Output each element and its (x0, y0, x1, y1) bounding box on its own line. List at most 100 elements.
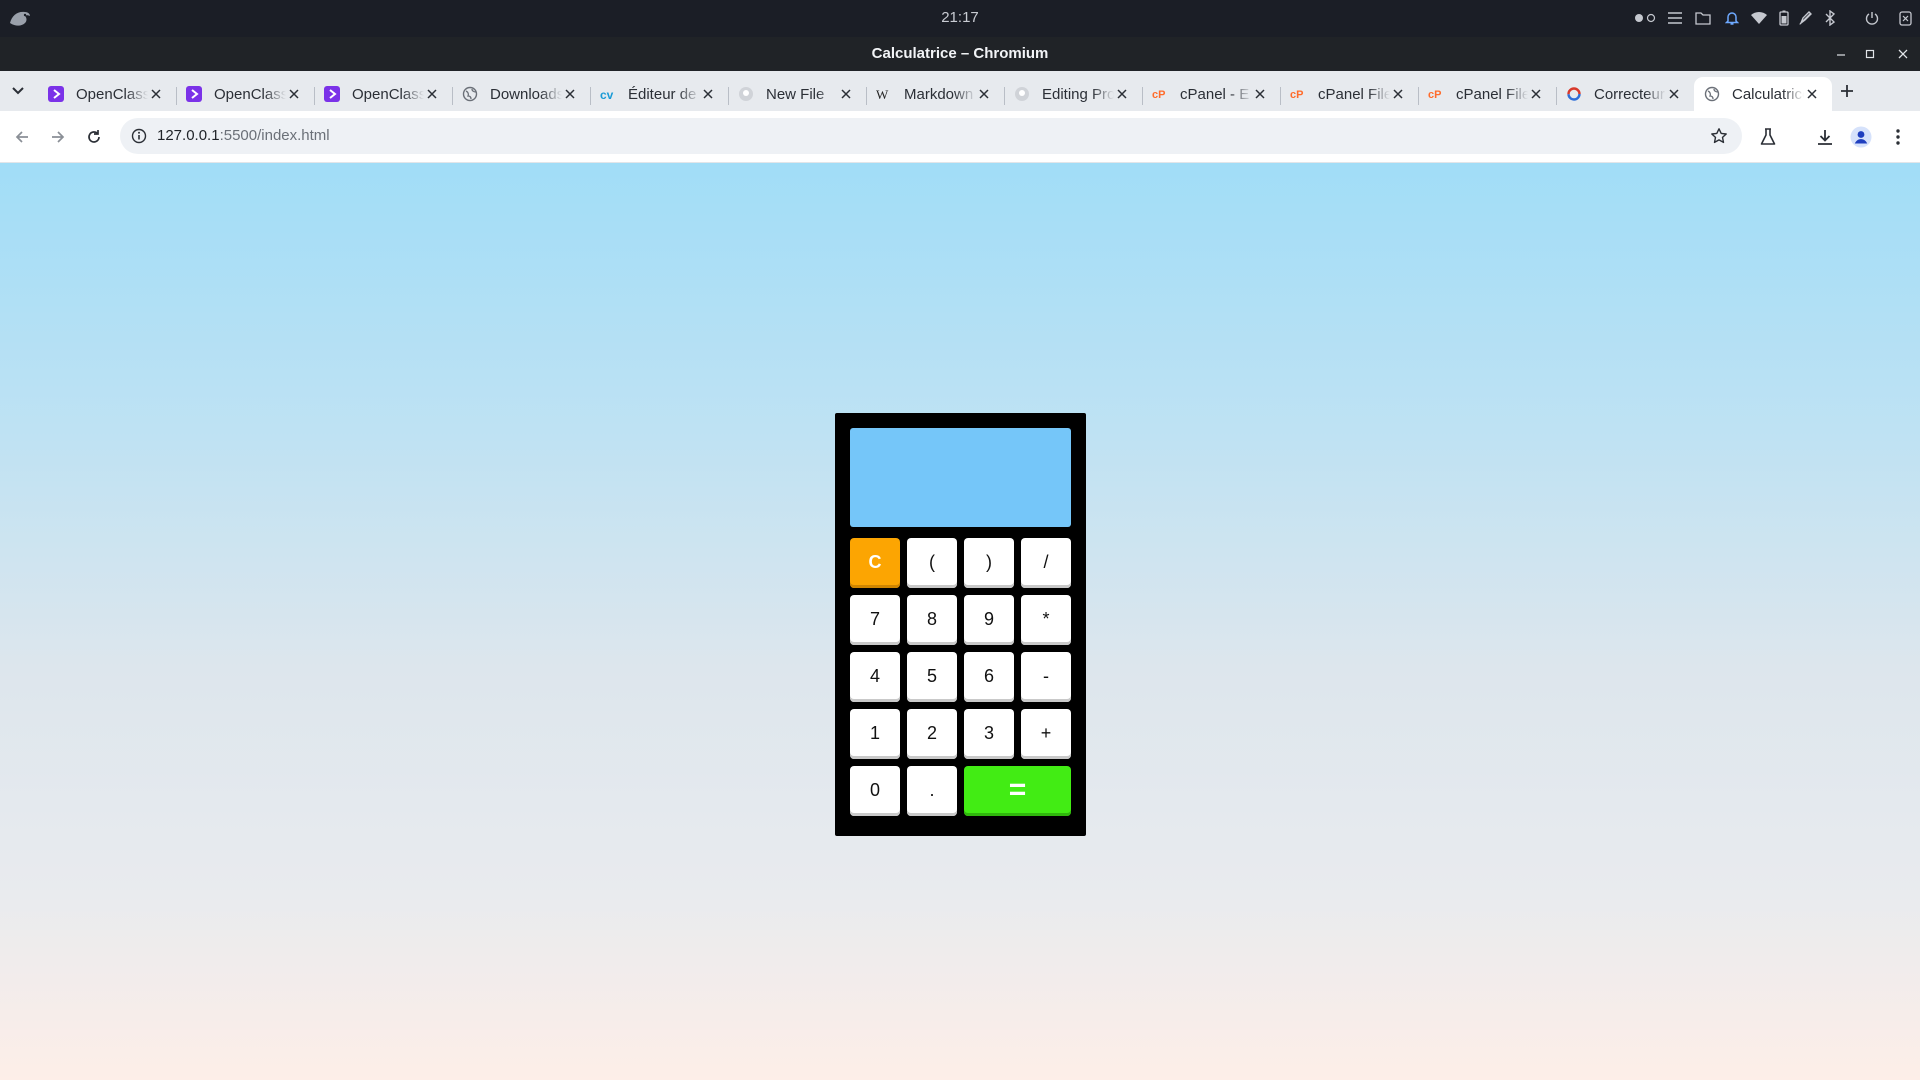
window-close-icon[interactable] (1893, 44, 1913, 64)
tab-strip: OpenClassrooms OpenClassrooms OpenClassr… (0, 71, 1920, 111)
tab-close-icon[interactable] (1390, 86, 1406, 102)
url-host: 127.0.0.1 (157, 127, 220, 144)
digit-1-button[interactable]: 1 (850, 709, 900, 759)
menu-lines-icon[interactable] (1664, 8, 1686, 28)
minimize-icon[interactable] (1831, 44, 1851, 64)
digit-7-button[interactable]: 7 (850, 595, 900, 645)
os-top-bar: 21:17 (0, 0, 1920, 37)
cv-icon: cv (600, 86, 616, 102)
address-bar[interactable]: 127.0.0.1:5500/index.html (120, 118, 1742, 154)
tab-cpanel-3[interactable]: cP cPanel File (1418, 77, 1556, 111)
tab-label: Correcteur (1594, 85, 1665, 103)
power-icon[interactable] (1862, 8, 1882, 28)
browser-title-bar: Calculatrice – Chromium (0, 37, 1920, 71)
decimal-point-button[interactable]: . (907, 766, 957, 816)
tab-markdown[interactable]: W Markdown (866, 77, 1004, 111)
tab-close-icon[interactable] (1528, 86, 1544, 102)
tab-close-icon[interactable] (1804, 86, 1820, 102)
tab-close-icon[interactable] (976, 86, 992, 102)
digit-0-button[interactable]: 0 (850, 766, 900, 816)
digit-9-button[interactable]: 9 (964, 595, 1014, 645)
workspace-dots-icon[interactable] (1634, 8, 1658, 28)
digit-6-button[interactable]: 6 (964, 652, 1014, 702)
openclassrooms-icon (324, 86, 340, 102)
tab-openclassrooms-1[interactable]: OpenClassrooms (38, 77, 176, 111)
kebab-menu-icon[interactable] (1886, 125, 1910, 149)
divide-button[interactable]: / (1021, 538, 1071, 588)
calculator: C ( ) / 7 8 9 * 4 5 6 - 1 2 3 + 0 . = (835, 413, 1086, 836)
page-viewport: C ( ) / 7 8 9 * 4 5 6 - 1 2 3 + 0 . = (0, 163, 1920, 1080)
github-icon (1014, 86, 1030, 102)
site-info-icon[interactable] (130, 127, 148, 145)
tab-editeur-cv[interactable]: cv Éditeur de CV (590, 77, 728, 111)
tab-label: Downloads (490, 85, 562, 103)
multiply-button[interactable]: * (1021, 595, 1071, 645)
svg-text:cv: cv (600, 88, 614, 102)
tab-openclassrooms-2[interactable]: OpenClassrooms (176, 77, 314, 111)
tab-close-icon[interactable] (424, 86, 440, 102)
globe-icon (462, 86, 478, 102)
tab-close-icon[interactable] (1252, 86, 1268, 102)
tab-close-icon[interactable] (700, 86, 716, 102)
tab-close-icon[interactable] (286, 86, 302, 102)
window-title: Calculatrice – Chromium (871, 45, 1049, 62)
tab-openclassrooms-3[interactable]: OpenClassrooms (314, 77, 452, 111)
globe-icon (1704, 86, 1720, 102)
tab-label: OpenClassrooms (76, 85, 148, 103)
tab-label: New File (766, 85, 825, 103)
labs-flask-icon[interactable] (1756, 125, 1780, 149)
cpanel-icon: cP (1290, 86, 1306, 102)
url-text[interactable]: 127.0.0.1:5500/index.html (157, 127, 330, 144)
svg-text:W: W (876, 87, 889, 102)
tab-editing-project[interactable]: Editing Project (1004, 77, 1142, 111)
digit-2-button[interactable]: 2 (907, 709, 957, 759)
tab-calculatrice[interactable]: Calculatrice (1694, 77, 1832, 111)
equals-button[interactable]: = (964, 766, 1071, 816)
svg-text:cP: cP (1290, 89, 1303, 101)
download-icon[interactable] (1813, 125, 1837, 149)
back-arrow-icon[interactable] (10, 125, 34, 149)
forward-arrow-icon[interactable] (46, 125, 70, 149)
battery-icon[interactable] (1774, 8, 1794, 28)
tab-close-icon[interactable] (1666, 86, 1682, 102)
bell-icon[interactable] (1721, 8, 1743, 28)
tab-close-icon[interactable] (1114, 86, 1130, 102)
github-icon (738, 86, 754, 102)
folder-icon[interactable] (1692, 8, 1714, 28)
close-box-icon[interactable] (1896, 8, 1914, 28)
subtract-button[interactable]: - (1021, 652, 1071, 702)
calculator-display (850, 428, 1071, 527)
reload-icon[interactable] (82, 125, 106, 149)
digit-4-button[interactable]: 4 (850, 652, 900, 702)
openclassrooms-icon (186, 86, 202, 102)
cpanel-icon: cP (1428, 86, 1444, 102)
tab-close-icon[interactable] (148, 86, 164, 102)
tab-cpanel-1[interactable]: cP cPanel - E (1142, 77, 1280, 111)
url-path: :5500/index.html (219, 127, 330, 144)
bookmark-star-icon[interactable] (1708, 125, 1730, 147)
digit-5-button[interactable]: 5 (907, 652, 957, 702)
digit-8-button[interactable]: 8 (907, 595, 957, 645)
tab-close-icon[interactable] (562, 86, 578, 102)
svg-text:cP: cP (1428, 89, 1441, 101)
maximize-icon[interactable] (1860, 44, 1880, 64)
correcteur-icon (1566, 86, 1582, 102)
add-button[interactable]: + (1021, 709, 1071, 759)
tab-correcteur[interactable]: Correcteur (1556, 77, 1694, 111)
tab-new-file[interactable]: New File (728, 77, 866, 111)
wifi-icon[interactable] (1748, 8, 1770, 28)
new-tab-plus-icon[interactable] (1836, 80, 1858, 102)
profile-avatar-icon[interactable] (1849, 125, 1873, 149)
os-clock[interactable]: 21:17 (0, 9, 1920, 26)
open-paren-button[interactable]: ( (907, 538, 957, 588)
tab-label: Markdown (904, 85, 974, 103)
close-paren-button[interactable]: ) (964, 538, 1014, 588)
bluetooth-icon[interactable] (1820, 8, 1840, 28)
pen-icon[interactable] (1796, 8, 1816, 28)
tab-cpanel-2[interactable]: cP cPanel File (1280, 77, 1418, 111)
tab-downloads[interactable]: Downloads (452, 77, 590, 111)
clear-button[interactable]: C (850, 538, 900, 588)
tab-close-icon[interactable] (838, 86, 854, 102)
tab-search-chevron-icon[interactable] (8, 83, 28, 99)
digit-3-button[interactable]: 3 (964, 709, 1014, 759)
